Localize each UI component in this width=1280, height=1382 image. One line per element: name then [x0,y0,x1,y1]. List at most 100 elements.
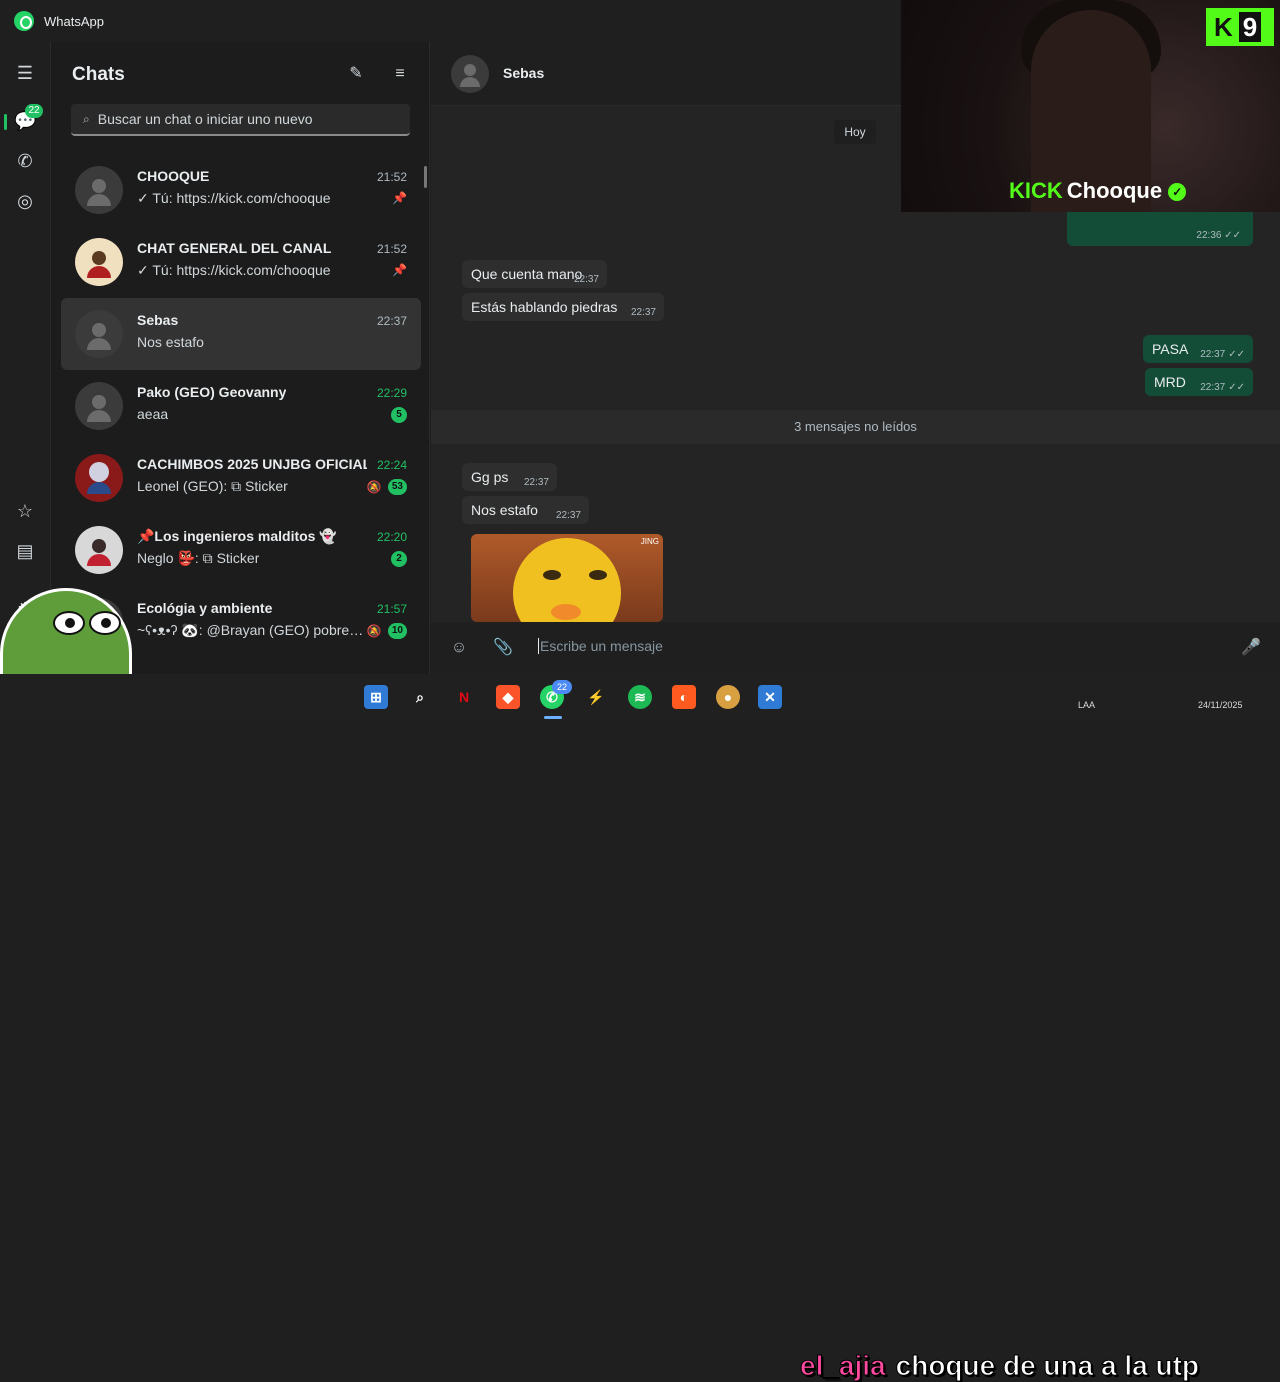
double-check-icon: ✓✓ [1228,382,1245,393]
avatar [75,310,123,358]
avatar [75,382,123,430]
chat-time: 22:24 [376,458,407,472]
message-bubble-out[interactable]: PASA 22:37 ✓✓ [1143,335,1253,363]
chat-item-pako[interactable]: Pako (GEO) Geovanny aeaa 22:29 5 [61,370,421,442]
whatsapp-taskbar-badge: 22 [552,680,572,694]
brave-icon[interactable]: ◆ [496,685,520,709]
message-bubble-out[interactable]: 22:36 ✓✓ [1067,212,1253,246]
sticker-tag: JING [640,537,659,546]
sticker-eye [589,570,607,580]
microphone-icon[interactable]: 🎤 [1241,638,1261,658]
tools-icon[interactable]: ✕ [758,685,782,709]
chat-items: CHOOQUE ✓ Tú: https://kick.com/chooque 2… [61,154,421,658]
message-input[interactable]: Escribe un mensaje [538,638,663,654]
message-time: 22:36 [1196,230,1222,241]
contact-avatar[interactable] [451,55,489,93]
menu-icon[interactable]: ☰ [14,62,36,84]
double-check-icon: ✓✓ [1228,349,1245,360]
avatar [75,238,123,286]
chats-heading: Chats [72,64,125,85]
contact-name: Sebas [503,65,545,81]
chat-item-ingenieros[interactable]: 📌Los ingenieros malditos 👻 Neglo 👺: ⧉ St… [61,514,421,586]
chat-item-chooque[interactable]: CHOOQUE ✓ Tú: https://kick.com/chooque 2… [61,154,421,226]
system-date[interactable]: 24/11/2025 [1198,700,1242,710]
active-app-indicator [544,716,562,719]
message-text: Estás hablando piedras [471,299,618,315]
netflix-icon[interactable]: N [452,685,476,709]
archive-icon[interactable]: ▤ [14,540,36,562]
status-icon[interactable]: ◎ [14,190,36,212]
chat-item-cachimbos[interactable]: CACHIMBOS 2025 UNJBG OFICIAL Leonel (GEO… [61,442,421,514]
chat-preview: ✓ Tú: https://kick.com/chooque [137,262,331,278]
muted-icon: 🔕 [366,624,382,638]
message-bubble-out[interactable]: MRD 22:37 ✓✓ [1145,368,1253,396]
starred-icon[interactable]: ☆ [14,500,36,522]
search-icon[interactable]: ⌕ [408,685,432,709]
chat-time: 21:52 [376,242,407,256]
message-text: MRD [1154,374,1186,390]
chat-item-chat-general[interactable]: CHAT GENERAL DEL CANAL ✓ Tú: https://kic… [61,226,421,298]
chat-overlay: el_ajia choque de una a la utp [800,1350,1200,1382]
unread-badge: 5 [391,407,407,423]
calls-icon[interactable]: ✆ [14,150,36,172]
start-icon[interactable]: ⊞ [364,685,388,709]
game-icon[interactable]: ● [716,685,740,709]
message-time: 22:37 [630,307,656,318]
chat-time: 22:37 [376,314,407,328]
day-separator: Hoy [834,120,876,144]
message-composer: ☺ 📎 Escribe un mensaje 🎤 [431,622,1280,674]
kick-logo-text: KICK [1009,178,1063,203]
double-check-icon: ✓✓ [1224,230,1241,241]
sticker-eye [543,570,561,580]
chat-item-sebas[interactable]: Sebas Nos estafo 22:37 [61,298,421,370]
message-time: 22:37 [523,477,549,488]
chat-preview: Nos estafo [137,334,204,350]
message-time: 22:37 [555,510,581,521]
navigation-rail: ☰ 💬 22 ✆ ◎ ☆ ▤ ⚙ [0,42,50,674]
chat-name: Sebas [137,312,179,328]
search-input[interactable]: ⌕ Buscar un chat o iniciar uno nuevo [71,104,410,136]
message-bubble[interactable]: Gg ps 22:37 [462,463,557,491]
chat-list-panel: Chats ✎ ≡ ⌕ Buscar un chat o iniciar uno… [50,42,430,674]
chat-preview: ~ʕ•ᴥ•ʔ 🐼: @Brayan (GEO) pobre. F... [137,622,367,638]
chat-preview: aeaa [137,406,169,422]
chat-name: 📌Los ingenieros malditos 👻 [137,528,337,544]
avatar [75,454,123,502]
message-text: Gg ps [471,469,509,485]
chat-list-scrollbar[interactable] [424,166,427,188]
message-text: Nos estafo [471,502,538,518]
message-bubble[interactable]: Estás hablando piedras 22:37 [462,293,664,321]
chat-time: 22:20 [376,530,407,544]
attach-icon[interactable]: 📎 [493,638,513,658]
overlay-nickname: el_ajia [800,1350,887,1382]
chat-time: 21:52 [376,170,407,184]
crunchyroll-icon[interactable]: ◐ [672,685,696,709]
message-bubble[interactable]: Que cuenta mano 22:37 [462,260,607,288]
filter-icon[interactable]: ≡ [390,64,410,84]
pin-icon: 📌 [392,263,407,277]
chat-time: 21:57 [376,602,407,616]
active-indicator [4,114,7,130]
message-time: 22:37 [1200,349,1226,360]
frog-eye [53,611,85,635]
language-indicator[interactable]: LAA [1078,700,1095,710]
avatar [75,526,123,574]
message-bubble[interactable]: Nos estafo 22:37 [462,496,589,524]
emoji-icon[interactable]: ☺ [449,638,469,658]
kick-badge-letter: K [1214,12,1233,42]
whatsapp-logo-icon [14,11,34,31]
pin-icon: 📌 [392,191,407,205]
muted-icon: 🔕 [366,480,382,494]
kick-badge-number: 9 [1238,12,1262,42]
new-chat-icon[interactable]: ✎ [346,64,366,84]
sticker-beak [551,604,581,620]
chat-name: Pako (GEO) Geovanny [137,384,287,400]
app-icon[interactable]: ⚡ [584,685,608,709]
sticker-message[interactable]: JING [471,534,663,622]
spotify-icon[interactable]: ≋ [628,685,652,709]
chat-name: CACHIMBOS 2025 UNJBG OFICIAL [137,456,367,472]
search-icon: ⌕ [83,111,90,126]
app-title: WhatsApp [44,13,104,29]
frog-eye [89,611,121,635]
message-text: PASA [1152,341,1189,357]
